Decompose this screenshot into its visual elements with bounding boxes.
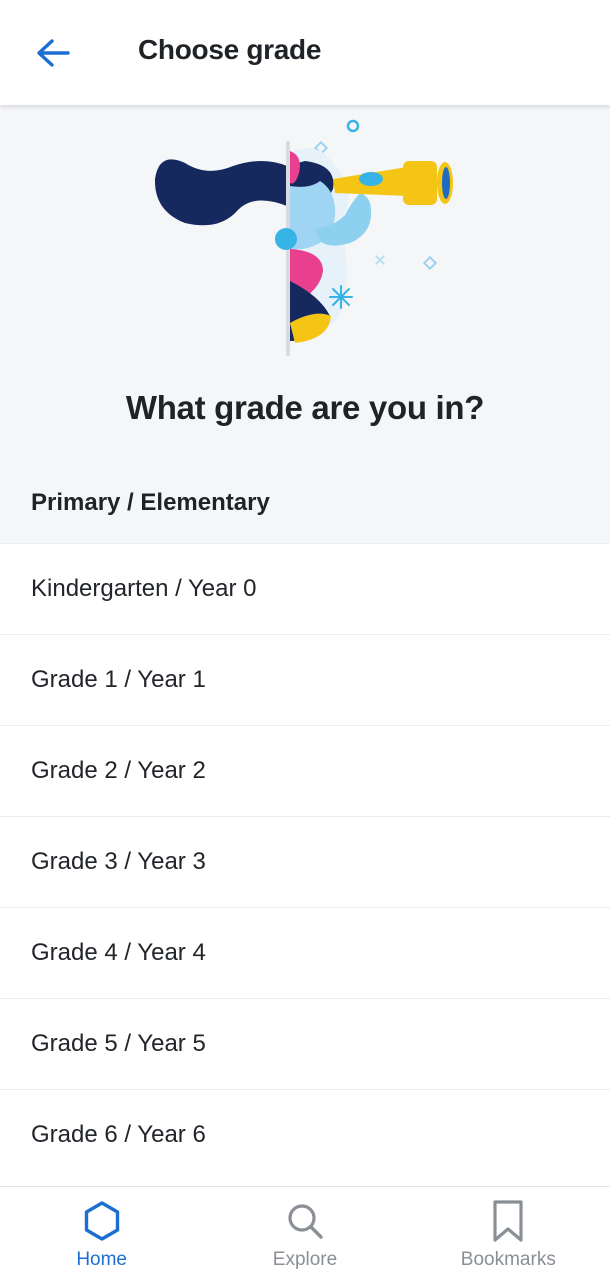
hexagon-icon [80, 1199, 124, 1243]
bookmark-icon [486, 1199, 530, 1243]
tab-home-label: Home [76, 1249, 127, 1270]
grade-item-grade-1[interactable]: Grade 1 / Year 1 [0, 634, 610, 725]
grade-list: Kindergarten / Year 0 Grade 1 / Year 1 G… [0, 543, 610, 1180]
tab-home[interactable]: Home [0, 1187, 203, 1281]
grade-item-grade-3[interactable]: Grade 3 / Year 3 [0, 816, 610, 907]
bottom-navigation: Home Explore Bookmarks [0, 1186, 610, 1281]
grade-item-kindergarten[interactable]: Kindergarten / Year 0 [0, 543, 610, 634]
grade-question-heading: What grade are you in? [125, 389, 485, 426]
arrow-left-icon [37, 39, 70, 67]
tab-bookmarks-label: Bookmarks [460, 1249, 556, 1270]
app-bar: Choose grade [0, 0, 610, 105]
search-icon [283, 1199, 327, 1243]
tab-bookmarks[interactable]: Bookmarks [407, 1187, 610, 1281]
section-header-primary: Primary / Elementary [31, 489, 270, 516]
page-title: Choose grade [138, 34, 322, 65]
back-button[interactable] [22, 28, 84, 78]
hero-section: What grade are you in? Primary / Element… [0, 105, 610, 543]
tab-explore[interactable]: Explore [203, 1187, 406, 1281]
girl-with-telescope-illustration [154, 119, 453, 356]
grade-item-grade-5[interactable]: Grade 5 / Year 5 [0, 998, 610, 1089]
grade-item-grade-4[interactable]: Grade 4 / Year 4 [0, 907, 610, 998]
grade-item-grade-6[interactable]: Grade 6 / Year 6 [0, 1089, 610, 1180]
grade-item-grade-2[interactable]: Grade 2 / Year 2 [0, 725, 610, 816]
tab-explore-label: Explore [272, 1249, 338, 1270]
